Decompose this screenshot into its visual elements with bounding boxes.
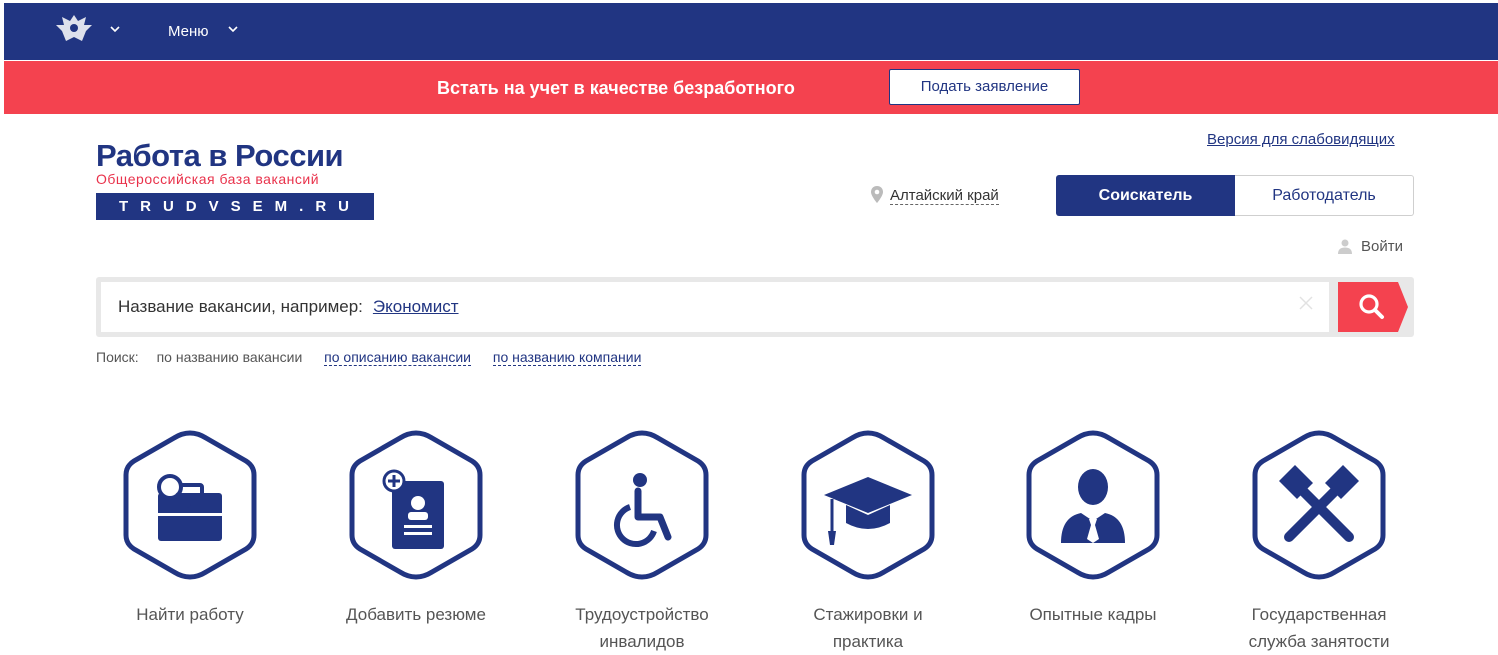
tile-label: Добавить резюме: [346, 605, 486, 624]
tile-label: Найти работу: [136, 605, 244, 624]
logo-domain[interactable]: TRUDVSEM.RU: [96, 193, 374, 220]
location-label: Алтайский край: [890, 187, 999, 205]
crossed-hammers-icon: [1252, 430, 1386, 580]
search-mode-options: Поиск: по названию вакансии по описанию …: [96, 349, 659, 366]
alert-text: Встать на учет в качестве безработного: [437, 78, 795, 98]
chevron-down-icon[interactable]: [108, 22, 122, 36]
accessibility-version-link[interactable]: Версия для слабовидящих: [1207, 131, 1395, 148]
submit-application-button[interactable]: Подать заявление: [889, 69, 1080, 105]
tile-label: Стажировки и практика: [813, 605, 923, 651]
tile-label: Опытные кадры: [1029, 605, 1157, 624]
login-label: Войти: [1361, 238, 1403, 255]
menu-button[interactable]: Меню: [168, 23, 209, 40]
map-pin-icon: [871, 186, 883, 203]
businessman-icon: [1026, 430, 1160, 580]
login-link[interactable]: Войти: [1337, 238, 1403, 255]
role-seeker-tab[interactable]: Соискатель: [1056, 175, 1235, 216]
search-placeholder: Название вакансии, например:: [118, 297, 363, 316]
search-button[interactable]: [1338, 282, 1408, 332]
user-icon: [1338, 239, 1352, 254]
logo-title[interactable]: Работа в России: [96, 139, 344, 173]
location-selector[interactable]: Алтайский край: [870, 186, 999, 205]
briefcase-search-icon: [123, 430, 257, 580]
search-example-link[interactable]: Экономист: [373, 297, 459, 316]
unemployment-alert-bar: Встать на учет в качестве безработного П…: [4, 61, 1498, 114]
wheelchair-icon: [575, 430, 709, 580]
chevron-down-icon[interactable]: [226, 22, 240, 36]
top-nav-bar: Меню: [4, 3, 1498, 60]
coat-of-arms-icon[interactable]: [54, 13, 94, 43]
graduation-cap-icon: [801, 430, 935, 580]
search-mode-by-company[interactable]: по названию компании: [492, 349, 642, 366]
search-mode-by-title[interactable]: по названию вакансии: [157, 349, 303, 365]
search-mode-label: Поиск:: [96, 349, 139, 365]
clear-icon[interactable]: [1298, 295, 1314, 311]
tile-label: Государственная служба занятости: [1248, 605, 1390, 651]
search-bar: Название вакансии, например: Экономист: [96, 277, 1414, 337]
logo-subtitle: Общероссийская база вакансий: [96, 171, 320, 187]
search-mode-by-description[interactable]: по описанию вакансии: [324, 349, 472, 366]
add-resume-icon: [349, 430, 483, 580]
tile-label: Трудоустройство инвалидов: [575, 605, 709, 651]
role-employer-tab[interactable]: Работодатель: [1235, 175, 1414, 216]
search-input[interactable]: Название вакансии, например: Экономист: [101, 282, 1329, 332]
